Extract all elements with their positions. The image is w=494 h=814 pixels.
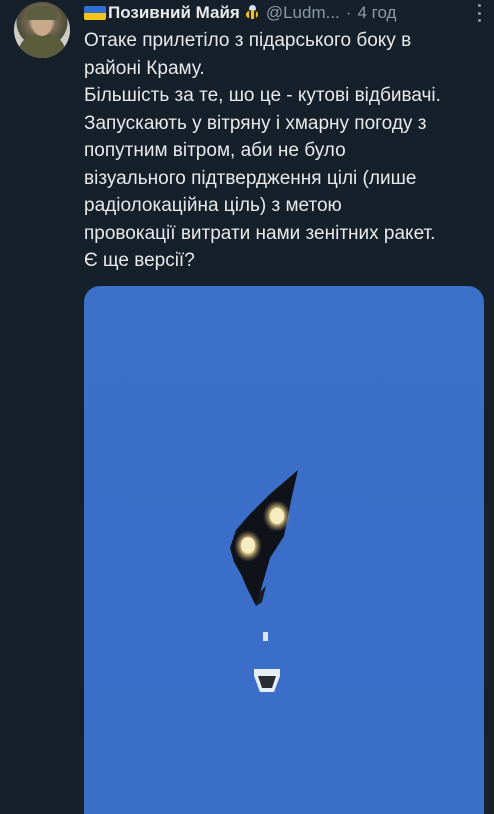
tweet: Позивний Майя @Ludm... · 4 год Отаке при… xyxy=(0,0,494,814)
author-handle[interactable]: @Ludm... xyxy=(266,3,340,23)
sky-object-illustration xyxy=(230,470,298,692)
tweet-text-line: попутним вітром, аби не було xyxy=(84,140,346,161)
avatar[interactable] xyxy=(14,2,70,58)
tweet-text-line: Запускають у вітряну і хмарну погоду з xyxy=(84,112,427,134)
ukraine-flag-icon xyxy=(84,6,106,20)
tweet-text-line: районі Краму. xyxy=(84,57,205,79)
tweet-text-line: радіолокаційна ціль) з метою xyxy=(84,195,342,216)
tether-object xyxy=(263,632,268,641)
reflector-spot xyxy=(270,508,284,524)
tweet-text-line: Є ще версії? xyxy=(84,250,195,271)
author-name[interactable]: Позивний Майя xyxy=(108,3,240,23)
reflector-spot xyxy=(241,537,255,553)
avatar-cap xyxy=(26,6,58,20)
tweet-text: Отаке прилетіло з підарського боку в рай… xyxy=(84,27,490,275)
more-options-icon[interactable] xyxy=(478,4,482,22)
tweet-header: Позивний Майя @Ludm... · 4 год xyxy=(84,2,486,24)
timestamp[interactable]: 4 год xyxy=(357,3,396,23)
separator-dot: · xyxy=(345,3,352,22)
tweet-photo[interactable] xyxy=(84,286,484,814)
tweet-text-line: провокації витрати нами зенітних ракет. xyxy=(84,222,436,244)
tweet-text-line: Отаке прилетіло з підарського боку в xyxy=(84,30,412,51)
bee-icon xyxy=(242,5,260,21)
tweet-text-line: візуального підтвердження цілі (лише xyxy=(84,167,417,189)
avatar-body xyxy=(18,34,66,58)
tweet-text-line: Більшість за те, шо це - кутові відбивач… xyxy=(84,85,441,106)
